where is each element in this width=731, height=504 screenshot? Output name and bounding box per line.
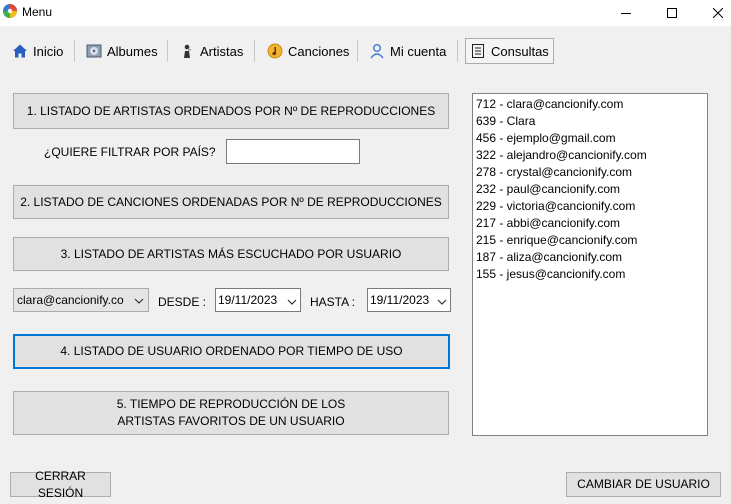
maximize-button[interactable]	[649, 0, 695, 26]
filter-country-input[interactable]	[226, 139, 360, 164]
filter-country-label: ¿QUIERE FILTRAR POR PAÍS?	[44, 145, 216, 159]
app-disc-icon	[2, 3, 18, 19]
song-icon	[267, 43, 283, 59]
list-item[interactable]: 639 - Clara	[476, 113, 704, 130]
tab-label: Albumes	[107, 43, 158, 59]
tab-label: Inicio	[33, 43, 64, 59]
tab-label: Consultas	[491, 43, 549, 59]
close-button[interactable]	[695, 0, 731, 26]
list-item[interactable]: 456 - ejemplo@gmail.com	[476, 130, 704, 147]
hasta-date-value: 19/11/2023	[370, 293, 430, 307]
tab-bar: Inicio Albumes Artistas Canciones Mi cue…	[0, 34, 731, 68]
query-5-label-line1: 5. TIEMPO DE REPRODUCCIÓN DE LOS	[116, 397, 346, 411]
hasta-label: HASTA :	[310, 295, 356, 309]
list-item[interactable]: 712 - clara@cancionify.com	[476, 96, 704, 113]
desde-date-value: 19/11/2023	[218, 293, 278, 307]
list-item[interactable]: 229 - victoria@cancionify.com	[476, 198, 704, 215]
chevron-down-icon	[437, 295, 447, 305]
query-5-label-line2: ARTISTAS FAVORITOS DE UN USUARIO	[117, 414, 345, 428]
user-select-value: clara@cancionify.co	[17, 293, 124, 307]
chevron-down-icon	[134, 294, 144, 304]
album-icon	[86, 43, 102, 59]
desde-label: DESDE :	[158, 295, 207, 309]
tab-divider	[254, 40, 255, 62]
tab-mi-cuenta[interactable]: Mi cuenta	[365, 39, 450, 63]
query-2-button[interactable]: 2. LISTADO DE CANCIONES ORDENADAS POR Nº…	[13, 185, 449, 219]
home-icon	[12, 43, 28, 59]
tab-label: Mi cuenta	[390, 43, 447, 59]
list-item[interactable]: 217 - abbi@cancionify.com	[476, 215, 704, 232]
tab-divider	[457, 40, 458, 62]
tab-consultas[interactable]: Consultas	[465, 38, 554, 64]
switch-user-button[interactable]: CAMBIAR DE USUARIO	[566, 472, 721, 497]
hasta-date-picker[interactable]: 19/11/2023	[367, 288, 451, 312]
list-item[interactable]: 232 - paul@cancionify.com	[476, 181, 704, 198]
minimize-button[interactable]	[603, 0, 649, 26]
tab-inicio[interactable]: Inicio	[8, 39, 67, 63]
tab-divider	[74, 40, 75, 62]
list-item[interactable]: 322 - alejandro@cancionify.com	[476, 147, 704, 164]
list-item[interactable]: 187 - aliza@cancionify.com	[476, 249, 704, 266]
chevron-down-icon	[287, 295, 297, 305]
desde-date-picker[interactable]: 19/11/2023	[215, 288, 301, 312]
title-bar: Menu	[0, 0, 731, 26]
tab-divider	[167, 40, 168, 62]
query-4-button[interactable]: 4. LISTADO DE USUARIO ORDENADO POR TIEMP…	[13, 334, 450, 369]
query-5-button[interactable]: 5. TIEMPO DE REPRODUCCIÓN DE LOS ARTISTA…	[13, 391, 449, 435]
query-1-button[interactable]: 1. LISTADO DE ARTISTAS ORDENADOS POR Nº …	[13, 93, 449, 129]
logout-button[interactable]: CERRAR SESIÓN	[10, 469, 111, 500]
tab-artistas[interactable]: Artistas	[175, 39, 247, 63]
list-item[interactable]: 215 - enrique@cancionify.com	[476, 232, 704, 249]
list-item[interactable]: 155 - jesus@cancionify.com	[476, 266, 704, 283]
tab-divider	[357, 40, 358, 62]
artist-icon	[179, 43, 195, 59]
user-select[interactable]: clara@cancionify.co	[13, 288, 149, 312]
window-title: Menu	[22, 5, 53, 19]
query-3-button[interactable]: 3. LISTADO DE ARTISTAS MÁS ESCUCHADO POR…	[13, 237, 449, 271]
tab-albumes[interactable]: Albumes	[82, 39, 162, 63]
list-item[interactable]: 278 - crystal@cancionify.com	[476, 164, 704, 181]
tab-canciones[interactable]: Canciones	[263, 39, 353, 63]
tab-label: Canciones	[288, 43, 350, 59]
tab-label: Artistas	[200, 43, 244, 59]
list-icon	[470, 43, 486, 59]
results-listbox[interactable]: 712 - clara@cancionify.com 639 - Clara 4…	[472, 93, 708, 436]
user-icon	[369, 43, 385, 59]
